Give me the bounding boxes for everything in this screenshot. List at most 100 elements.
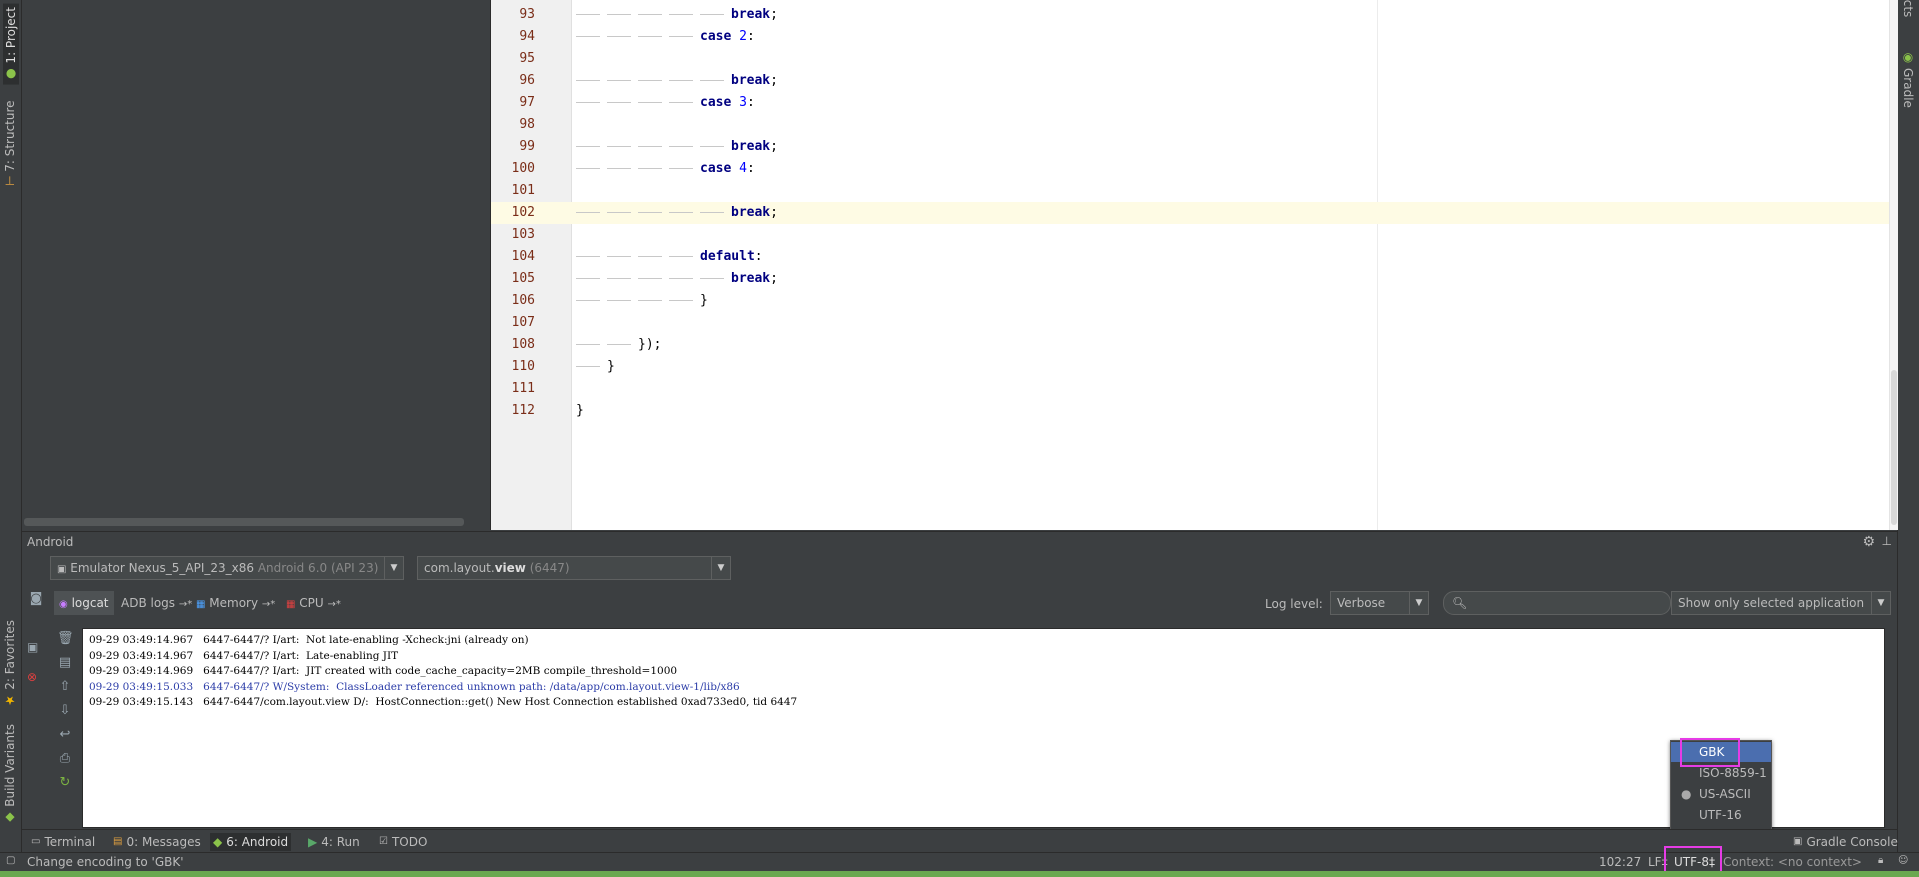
code-line[interactable]: 96 break;	[491, 70, 1898, 92]
process-selector[interactable]: com.layout.view (6447) ▼	[417, 556, 731, 580]
gradle-console-icon: ▣	[1793, 836, 1803, 847]
tool-tab-run[interactable]: ▶ 4: Run	[305, 833, 363, 851]
android-icon: ◆	[3, 810, 17, 825]
indent-guides	[576, 300, 700, 301]
chevron-down-icon: ▼	[711, 557, 730, 579]
code-line[interactable]: 103	[491, 224, 1898, 246]
log-line[interactable]: 09-29 03:49:14.967 6447-6447/? I/art: La…	[89, 648, 398, 665]
status-message: Change encoding to 'GBK'	[27, 855, 184, 869]
log-line[interactable]: 09-29 03:49:15.143 6447-6447/com.layout.…	[89, 694, 797, 711]
clear-log-icon[interactable]: 🗑︎	[57, 631, 74, 647]
line-number: 110	[511, 359, 535, 374]
log-line[interactable]: 09-29 03:49:14.967 6447-6447/? I/art: No…	[89, 632, 529, 649]
code-line[interactable]: 94 case 2:	[491, 26, 1898, 48]
filter-selector[interactable]: Show only selected application ▼	[1671, 591, 1891, 615]
caret-position[interactable]: 102:27	[1599, 855, 1641, 869]
tool-tab-structure[interactable]: ⊢ 7: Structure	[3, 100, 17, 186]
code-text: case 3:	[700, 92, 755, 114]
code-line[interactable]: 101	[491, 180, 1898, 202]
number-token: 3	[731, 95, 747, 110]
line-number: 95	[519, 51, 535, 66]
tool-tab-build-variants[interactable]: ◆ Build Variants	[3, 724, 17, 825]
code-line[interactable]: 98	[491, 114, 1898, 136]
camera-icon[interactable]: ◙	[28, 591, 44, 607]
code-line[interactable]: 97 case 3:	[491, 92, 1898, 114]
log-level-selector[interactable]: Verbose ▼	[1330, 591, 1429, 615]
code-editor[interactable]: 93 break; 94 case 2: 95 96 break; 97 case 3: 98 99…	[491, 0, 1898, 530]
android-tabs-row: ◉ logcat ADB logs →* ▦ Memory →* ▦ CPU →…	[22, 585, 1897, 621]
status-bar: ▢ Change encoding to 'GBK' 102:27 LF‡ UT…	[0, 852, 1919, 871]
tool-tab-terminal[interactable]: ▭ Terminal	[28, 833, 98, 851]
down-arrow-icon[interactable]: ⇩	[57, 703, 73, 719]
left-tool-strip: ● 1: Project ⊢ 7: Structure ★ 2: Favorit…	[0, 0, 22, 858]
inspector-icon[interactable]: ☺	[1898, 855, 1908, 866]
code-line[interactable]: 102 break;	[491, 202, 1898, 224]
editor-scrollbar[interactable]	[1889, 0, 1898, 530]
code-line[interactable]: 108});	[491, 334, 1898, 356]
line-number: 105	[511, 271, 535, 286]
logcat-scrollbar[interactable]	[1885, 628, 1897, 828]
code-line[interactable]: 112}	[491, 400, 1898, 422]
punctuation-token: ;	[770, 271, 778, 286]
code-line[interactable]: 100 case 4:	[491, 158, 1898, 180]
code-line[interactable]: 105 break;	[491, 268, 1898, 290]
device-selector[interactable]: ▣ Emulator Nexus_5_API_23_x86 Android 6.…	[50, 556, 404, 580]
tab-memory[interactable]: ▦ Memory →*	[191, 591, 280, 615]
stop-icon[interactable]: ⊗	[27, 670, 43, 684]
code-line[interactable]: 107	[491, 312, 1898, 334]
encoding-option[interactable]: UTF-16	[1671, 805, 1771, 825]
indent-guides	[576, 212, 731, 213]
code-line[interactable]: 99 break;	[491, 136, 1898, 158]
code-text: break;	[731, 70, 778, 92]
punctuation-token: :	[754, 249, 763, 264]
punctuation-token: :	[746, 29, 755, 44]
editor-scrollbar-thumb[interactable]	[1891, 370, 1897, 525]
tab-cpu[interactable]: ▦ CPU →*	[281, 591, 346, 615]
logcat-output[interactable]: 09-29 03:49:14.967 6447-6447/? I/art: No…	[82, 628, 1885, 828]
code-text: }	[607, 356, 615, 378]
code-line[interactable]: 111	[491, 378, 1898, 400]
tool-tab-project[interactable]: ● 1: Project	[3, 4, 19, 85]
search-input[interactable]: 🔍︎	[1443, 591, 1671, 615]
cpu-icon: ▦	[286, 599, 296, 610]
hide-panel-icon[interactable]: ⊥	[1882, 534, 1892, 548]
code-line[interactable]: 106}	[491, 290, 1898, 312]
tool-tab-messages[interactable]: ▤ 0: Messages	[110, 833, 204, 851]
code-line[interactable]: 95	[491, 48, 1898, 70]
line-number: 106	[511, 293, 535, 308]
restart-icon[interactable]: ↻	[57, 775, 73, 791]
screenshot-icon[interactable]: ▣	[27, 640, 43, 654]
punctuation-token: :	[746, 95, 755, 110]
log-line[interactable]: 09-29 03:49:15.033 6447-6447/? W/System:…	[89, 679, 740, 696]
code-line[interactable]: 104 default:	[491, 246, 1898, 268]
lock-icon[interactable]: 🔒︎	[1878, 855, 1883, 866]
print-icon[interactable]: ⎙	[57, 751, 73, 767]
encoding-option[interactable]: ● US-ASCII	[1671, 784, 1771, 804]
project-panel[interactable]	[22, 0, 491, 530]
log-line[interactable]: 09-29 03:49:14.969 6447-6447/? I/art: JI…	[89, 663, 677, 680]
tool-tab-projects[interactable]: Projects	[1901, 0, 1915, 30]
soft-wrap-icon[interactable]: ↩	[57, 727, 73, 743]
status-toggle-icon[interactable]: ▢	[6, 855, 15, 866]
up-arrow-icon[interactable]: ⇧	[57, 679, 73, 695]
tab-logcat[interactable]: ◉ logcat	[54, 591, 114, 615]
tool-tab-android[interactable]: ◆ 6: Android	[210, 833, 292, 851]
tool-tab-gradle-console[interactable]: ▣ Gradle Console	[1790, 833, 1901, 851]
code-line[interactable]: 93 break;	[491, 4, 1898, 26]
tool-tab-todo[interactable]: ☑ TODO	[376, 833, 430, 851]
code-line[interactable]: 110}	[491, 356, 1898, 378]
settings-gear-icon[interactable]: ⚙	[1862, 534, 1875, 550]
tool-tab-gradle[interactable]: ◉ Gradle	[1901, 50, 1915, 108]
search-icon: 🔍︎	[1452, 596, 1468, 610]
code-text: }	[576, 400, 584, 422]
project-panel-scrollbar[interactable]	[24, 518, 464, 526]
keyword-token: case	[700, 29, 732, 44]
indent-guides	[576, 36, 700, 37]
tab-adb-logs[interactable]: ADB logs →*	[116, 591, 197, 615]
scroll-to-end-icon[interactable]: ▤	[57, 655, 73, 671]
line-number: 111	[511, 381, 535, 396]
line-number: 98	[519, 117, 535, 132]
tool-tab-favorites[interactable]: ★ 2: Favorites	[3, 620, 17, 708]
messages-icon: ▤	[113, 836, 123, 847]
star-icon: ★	[3, 693, 17, 708]
